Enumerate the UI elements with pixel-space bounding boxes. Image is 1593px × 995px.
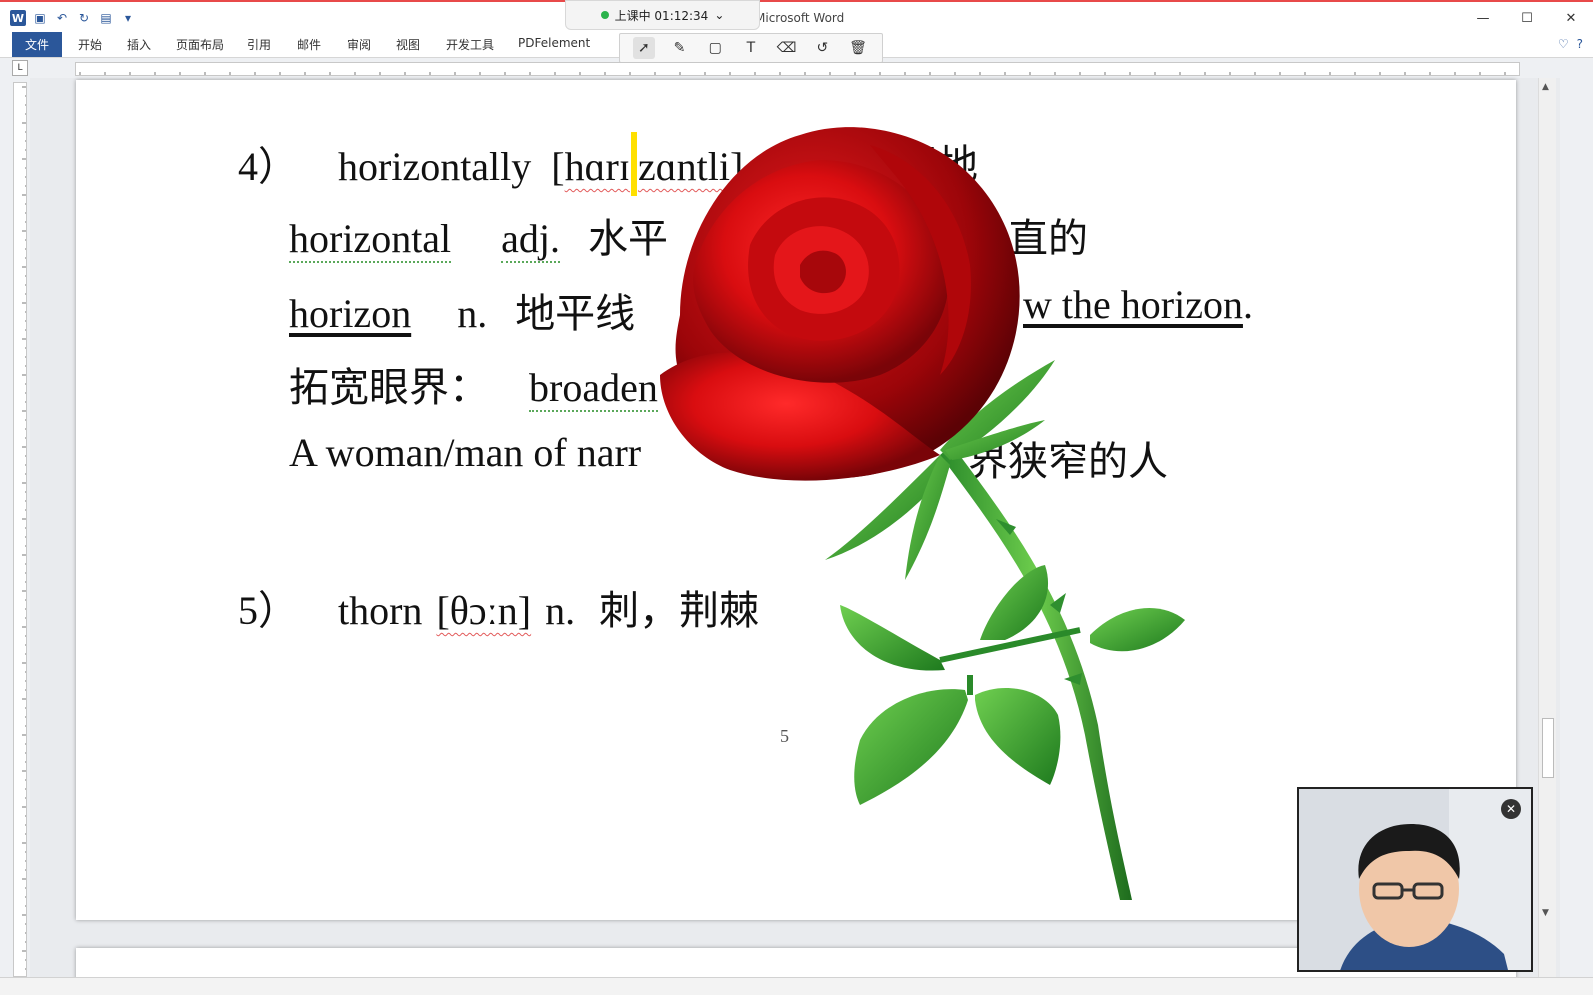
tab-insert[interactable]: 插入 — [127, 36, 151, 53]
scroll-up-icon[interactable]: ▲ — [1542, 82, 1549, 92]
chevron-down-icon[interactable]: ⌄ — [714, 8, 724, 22]
annotation-toolbar: ➚ ✎ ▢ T ⌫ ↺ 🗑 — [619, 33, 883, 63]
rose-image — [660, 127, 1185, 900]
close-icon[interactable]: ✕ — [1501, 799, 1521, 819]
ruler-tab-selector[interactable]: L — [12, 60, 28, 76]
vertical-ruler[interactable] — [13, 82, 27, 977]
ipa-part-a: hɑrɪ — [564, 144, 630, 189]
item-number: 5） — [238, 588, 298, 633]
phrase-label: 拓宽眼界： — [289, 365, 489, 410]
part-of-speech: n. — [545, 588, 576, 633]
phrase-text: broaden — [529, 365, 658, 412]
status-bar — [0, 977, 1593, 995]
vertical-scrollbar[interactable]: ▲ ▼ — [1538, 78, 1556, 978]
save-icon[interactable]: ▣ — [32, 10, 48, 26]
doc-line-horizontal[interactable]: horizontal adj. 水平 — [289, 206, 668, 264]
customize-toolbar-icon[interactable]: ▾ — [120, 10, 136, 26]
pointer-icon[interactable]: ➚ — [632, 37, 655, 59]
tab-file[interactable]: 文件 — [12, 32, 62, 57]
tab-references[interactable]: 引用 — [247, 36, 271, 53]
title-bar: W ▣ ↶ ↻ ▤ ▾ Microsoft Word — ☐ ✕ — [0, 0, 1593, 32]
presenter-video — [1299, 789, 1531, 970]
vocab-word: horizon — [289, 291, 412, 336]
doc-line-horizon[interactable]: horizon n. 地平线 — [289, 281, 635, 339]
doc-line-broaden[interactable]: 拓宽眼界： broaden — [289, 355, 658, 413]
tab-home[interactable]: 开始 — [78, 36, 102, 53]
window-title: Microsoft Word — [755, 11, 845, 25]
part-of-speech: n. — [457, 291, 488, 336]
eraser-icon[interactable]: ⌫ — [776, 37, 798, 59]
quick-access-toolbar: W ▣ ↶ ↻ ▤ ▾ — [10, 10, 136, 26]
rose-leaves — [840, 565, 1185, 805]
ipa-text: [θɔːn] — [436, 588, 532, 633]
scroll-down-icon[interactable]: ▼ — [1542, 908, 1549, 918]
vocab-word: thorn — [338, 588, 423, 633]
part-of-speech: adj. — [501, 216, 561, 263]
horizontal-ruler-ticks — [79, 72, 1506, 75]
scrollbar-thumb[interactable] — [1542, 718, 1554, 778]
pen-icon[interactable]: ✎ — [669, 37, 691, 59]
tab-review[interactable]: 审阅 — [347, 36, 371, 53]
doc-line-narrow[interactable]: A woman/man of narr — [289, 429, 641, 476]
class-status-pill[interactable]: 上课中 01:12:34 ⌄ — [565, 0, 760, 30]
tab-developer[interactable]: 开发工具 — [446, 36, 494, 53]
horizontal-ruler[interactable] — [75, 62, 1520, 76]
undo-icon[interactable]: ↶ — [54, 10, 70, 26]
period: . — [1242, 282, 1253, 327]
live-dot-icon — [600, 11, 609, 19]
vertical-ruler-ticks — [22, 86, 26, 970]
trash-icon[interactable]: 🗑 — [847, 37, 869, 59]
window-controls: — ☐ ✕ — [1461, 2, 1593, 34]
item-number: 4） — [238, 144, 298, 189]
ribbon-collapse-icon[interactable]: ♡ — [1558, 37, 1569, 51]
tab-pdfelement[interactable]: PDFelement — [518, 36, 590, 50]
text-cursor — [630, 132, 637, 196]
word-logo-icon: W — [10, 10, 26, 26]
meaning-text: 地平线 — [515, 291, 636, 336]
print-preview-icon[interactable]: ▤ — [98, 10, 114, 26]
redo-icon[interactable]: ↻ — [76, 10, 92, 26]
webcam-overlay[interactable]: ✕ — [1297, 787, 1533, 972]
class-status-label: 上课中 01:12:34 — [614, 8, 709, 23]
tab-view[interactable]: 视图 — [396, 36, 420, 53]
rectangle-icon[interactable]: ▢ — [704, 37, 726, 59]
ribbon-right-icons: ♡ ? — [1558, 37, 1583, 51]
maximize-button[interactable]: ☐ — [1505, 2, 1549, 34]
undo-icon[interactable]: ↺ — [811, 37, 833, 59]
tab-page-layout[interactable]: 页面布局 — [176, 36, 224, 53]
tab-mailings[interactable]: 邮件 — [297, 36, 321, 53]
vocab-word: horizontal — [289, 216, 452, 263]
help-icon[interactable]: ? — [1577, 37, 1583, 51]
ipa-bracket: [ — [551, 144, 565, 189]
text-icon[interactable]: T — [740, 37, 762, 59]
vocab-word: horizontally — [338, 144, 532, 189]
close-button[interactable]: ✕ — [1549, 2, 1593, 34]
minimize-button[interactable]: — — [1461, 2, 1505, 34]
